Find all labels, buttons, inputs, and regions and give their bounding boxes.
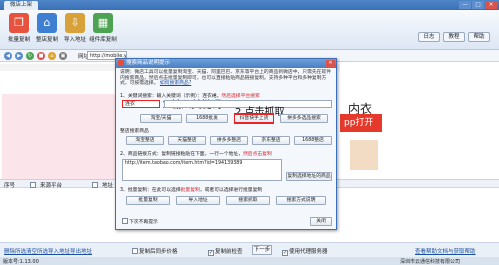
batch-copy-label: 批量复制 xyxy=(7,37,30,43)
dialog-title: 搜索商品说明提示 xyxy=(126,60,171,66)
back-icon[interactable]: ◀ xyxy=(4,52,12,60)
cart-icon[interactable]: ▣ xyxy=(59,52,67,60)
copy-selected-button[interactable]: 复制选择地址的商品 xyxy=(286,172,332,181)
how-to-search-link[interactable]: 如何搜索商品? xyxy=(160,81,191,86)
search-taobao-button[interactable]: 淘宝/天猫 xyxy=(140,114,182,123)
main-toolbar: ❐ 批量复制 ⌂ 整店复制 ⇩ 导入地址 ▦ 组件库复制 日志 教程 帮助 xyxy=(0,10,499,50)
component-icon: ▦ xyxy=(93,13,113,33)
minimize-button[interactable]: — xyxy=(459,1,471,9)
search-method-help-button[interactable]: 搜索方式说明 xyxy=(276,196,326,205)
import-address-button[interactable]: ⇩ 导入地址 xyxy=(60,13,90,43)
help-doc-link[interactable]: 查看帮助文档与获取帮助 xyxy=(415,247,476,255)
import-address-dialog-button[interactable]: 导入地址 xyxy=(176,196,220,205)
export-address-link[interactable]: 导出地址 xyxy=(70,247,92,255)
import-icon: ⇩ xyxy=(65,13,85,33)
annotation-box-2 xyxy=(234,113,274,124)
app-icon xyxy=(118,60,124,66)
status-bar: 版本号:1.13.00 深圳市云通信科技有限公司 xyxy=(0,257,499,265)
store-copy-label: 整店复制 xyxy=(35,37,58,43)
tutorial-button[interactable]: 教程 xyxy=(443,32,465,42)
store-copy-icon: ⌂ xyxy=(37,13,57,33)
dialog-title-bar: 搜索商品说明提示 ✕ xyxy=(116,59,336,68)
col-platform: 来源平台 xyxy=(40,183,63,189)
1688-store-button[interactable]: 1688整店 xyxy=(294,136,332,145)
pdd-store-button[interactable]: 拼多多整店 xyxy=(210,136,248,145)
batch-copy-dialog-button[interactable]: 批量复制 xyxy=(126,196,170,205)
window-tab[interactable]: 微店上架 xyxy=(4,1,39,10)
log-button[interactable]: 日志 xyxy=(418,32,440,42)
search-guide-dialog: 搜索商品说明提示 ✕ 说明：微店工具可以批量复制淘宝、天猫、阿里巴巴、京东等平台… xyxy=(115,58,337,230)
search-crawl-dialog-button[interactable]: 搜索抓取 xyxy=(226,196,270,205)
company-text: 深圳市云通信科技有限公司 xyxy=(400,259,461,265)
precheck-option[interactable]: ✓ 复制前检查 xyxy=(208,247,243,256)
annotation-box-1 xyxy=(122,100,160,108)
close-button[interactable]: ✕ xyxy=(485,1,497,9)
help-button[interactable]: 帮助 xyxy=(468,32,490,42)
version-text: 版本号:1.13.00 xyxy=(3,259,39,265)
next-step-button[interactable]: 下一步 xyxy=(252,245,272,255)
pdd-select-button[interactable]: 拼多多选品搜索 xyxy=(280,114,328,123)
web-right-panel: 内衣 pp打开 xyxy=(340,62,499,179)
component-copy-button[interactable]: ▦ 组件库复制 xyxy=(88,13,118,43)
web-product-thumb[interactable] xyxy=(350,140,378,170)
import-address-link[interactable]: 导入地址 xyxy=(48,247,70,255)
delete-selected-link[interactable]: 删除所选 xyxy=(4,247,26,255)
web-left-image xyxy=(2,94,120,179)
title-bar: 微店上架 — □ ✕ xyxy=(0,0,499,10)
dialog-close-button[interactable]: 关闭 xyxy=(310,217,332,226)
tmall-store-button[interactable]: 天猫整店 xyxy=(168,136,206,145)
dialog-description: 说明：微店工具可以批量复制淘宝、天猫、阿里巴巴、京东等平台上的商品到微店中，只需… xyxy=(120,70,332,87)
step2-label: 2、商品链接方式：复制链接粘贴在下面，一行一个地址，然后点击复制 xyxy=(120,152,272,157)
jd-store-button[interactable]: 京东整店 xyxy=(252,136,290,145)
sync-price-option[interactable]: 复制后同步价格 xyxy=(132,247,178,255)
clear-selected-link[interactable]: 清空所选 xyxy=(26,247,48,255)
batch-copy-button[interactable]: ❐ 批量复制 xyxy=(4,13,34,43)
forward-icon[interactable]: ▶ xyxy=(15,52,23,60)
copy-icon: ❐ xyxy=(9,13,29,33)
bottom-bar: 删除所选 清空所选 导入地址 导出地址 复制后同步价格 ✓ 复制前检查 下一步 ✓… xyxy=(0,243,499,257)
store-copy-button[interactable]: ⌂ 整店复制 xyxy=(32,13,62,43)
search-1688-button[interactable]: 1688批发 xyxy=(186,114,228,123)
import-address-label: 导入地址 xyxy=(63,37,86,43)
maximize-button[interactable]: □ xyxy=(472,1,484,9)
web-app-banner[interactable]: pp打开 xyxy=(340,114,382,132)
dialog-close-icon[interactable]: ✕ xyxy=(326,60,335,67)
home-icon[interactable]: ⌂ xyxy=(48,52,56,60)
stop-icon[interactable]: ■ xyxy=(37,52,45,60)
taobao-store-button[interactable]: 淘宝整店 xyxy=(126,136,164,145)
window-controls: — □ ✕ xyxy=(459,1,497,9)
proxy-option[interactable]: ✓ 使用代理服务器 xyxy=(282,247,328,256)
refresh-icon[interactable]: ↻ xyxy=(26,52,34,60)
dont-show-again-checkbox[interactable]: 下次不再提示 xyxy=(122,218,158,225)
store-search-label: 整店搜索商品 xyxy=(120,129,149,134)
col-index: 序号 xyxy=(4,183,16,189)
component-copy-label: 组件库复制 xyxy=(89,37,117,43)
col-address: 地址 xyxy=(102,183,114,189)
step3-label: 3、批量复制：在此可以选择批量复制，或者可以选择进行批量复制 xyxy=(120,188,263,193)
url-list-textarea[interactable]: http://item.taobao.com/item.htm?id=19413… xyxy=(122,159,282,181)
